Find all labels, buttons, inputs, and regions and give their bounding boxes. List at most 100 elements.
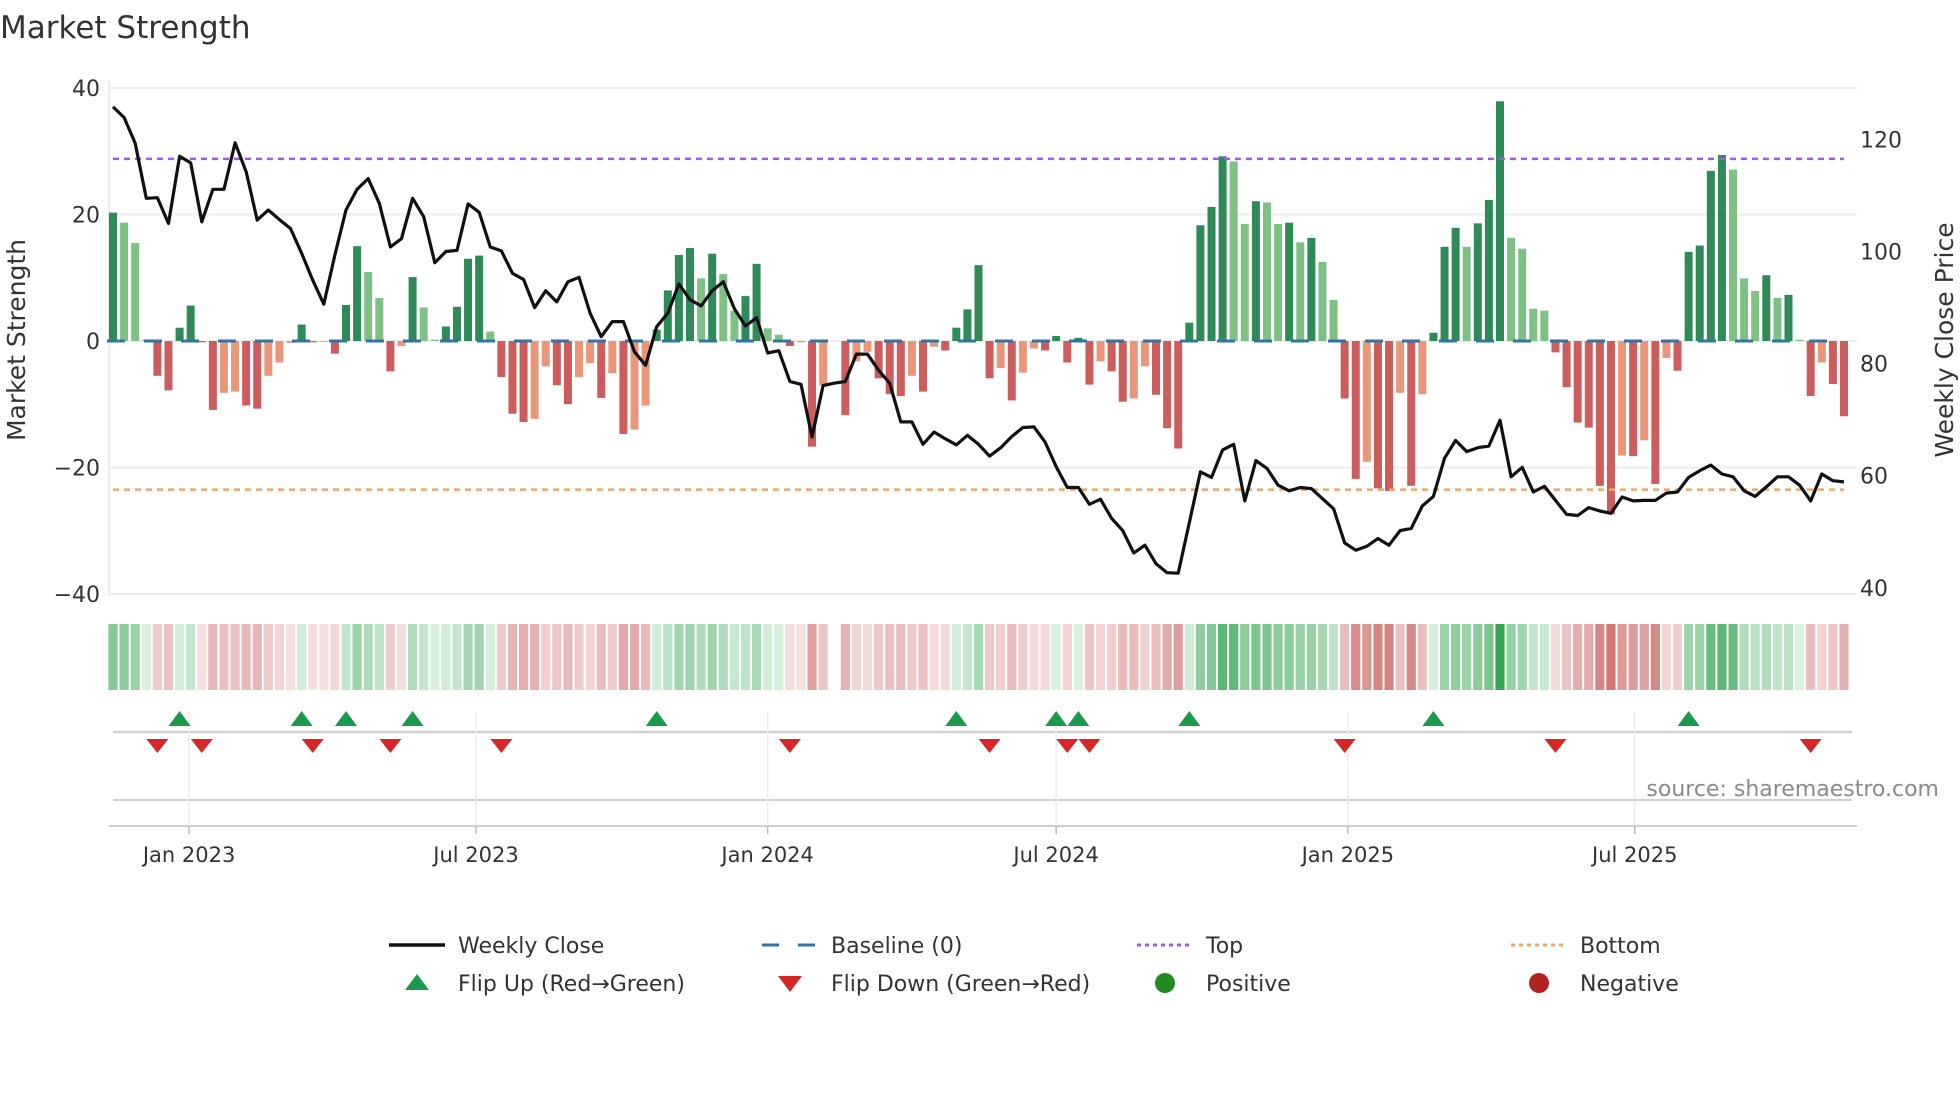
heat-cell	[1817, 624, 1827, 690]
heat-cell	[629, 624, 640, 690]
positive-bar	[1451, 227, 1460, 341]
negative-bar	[1806, 341, 1815, 397]
legend-swatch-negative	[1529, 973, 1549, 993]
heat-cell	[1373, 624, 1383, 690]
heat-cell	[707, 624, 717, 690]
heat-cell	[1739, 624, 1749, 690]
heat-cell	[1517, 624, 1527, 690]
negative-bar	[1562, 341, 1571, 388]
y-tick-label: −40	[54, 583, 100, 608]
negative-bar	[1418, 341, 1427, 395]
heat-cell	[474, 624, 484, 690]
negative-bar	[907, 341, 916, 376]
market-strength-chart: Market Strength Market Strength Weekly C…	[0, 10, 1959, 997]
positive-bar	[464, 258, 473, 341]
heat-cell	[763, 624, 773, 690]
heat-cell	[274, 624, 285, 690]
negative-bar	[275, 341, 284, 363]
positive-bar	[441, 326, 450, 341]
heat-cell	[663, 624, 673, 690]
negative-bar	[319, 341, 328, 342]
flip-up-marker	[1045, 711, 1068, 726]
heat-cell	[1761, 624, 1771, 690]
positive-bar	[963, 309, 972, 341]
legend-label: Positive	[1206, 972, 1291, 997]
heat-cell	[308, 624, 318, 690]
flip-up-marker	[1178, 711, 1201, 726]
heat-cell	[1240, 624, 1250, 690]
flip-down-marker	[1544, 739, 1567, 753]
flip-up-marker	[401, 711, 424, 726]
positive-bar	[1429, 332, 1438, 341]
heat-cell	[1606, 624, 1616, 690]
positive-bar	[1285, 222, 1294, 341]
heat-cell	[1550, 624, 1561, 690]
heat-cell	[1617, 624, 1627, 690]
heat-cell	[1340, 624, 1350, 690]
positive-bar	[1462, 246, 1471, 341]
heat-cell	[840, 624, 850, 690]
heat-cell	[574, 624, 584, 690]
positive-bar	[1307, 237, 1316, 341]
heat-cell	[618, 624, 629, 690]
negative-bar	[530, 341, 539, 419]
positive-bar	[353, 246, 362, 341]
positive-bar	[1196, 225, 1205, 341]
positive-bar	[342, 304, 351, 341]
heat-cell	[219, 624, 229, 690]
heat-cell	[740, 624, 751, 690]
heat-cell	[1062, 624, 1072, 690]
heat-cell	[818, 624, 828, 690]
negative-bar	[386, 341, 395, 372]
heat-cell	[297, 624, 307, 690]
legend-item-flip-down: Flip Down (Green→Red)	[778, 972, 1090, 997]
negative-bar	[1662, 341, 1671, 359]
positive-bar	[175, 327, 184, 341]
positive-bar	[1318, 261, 1327, 341]
heat-cell	[1595, 624, 1605, 690]
flip-down-marker	[146, 739, 169, 753]
legend-item-positive: Positive	[1155, 972, 1291, 997]
heat-cell	[1218, 624, 1228, 690]
flip-up-marker	[645, 711, 668, 726]
heat-cell	[1584, 624, 1594, 690]
flip-up-marker	[1067, 711, 1090, 726]
y-tick-label: 0	[86, 330, 100, 355]
heat-cell	[1561, 624, 1572, 690]
heat-cell	[1306, 624, 1316, 690]
positive-bar	[974, 265, 983, 341]
heat-cell	[108, 624, 118, 690]
heat-cell	[1772, 624, 1782, 690]
legend-label: Top	[1205, 934, 1243, 959]
heat-cell	[163, 624, 174, 690]
heat-cell	[241, 624, 251, 690]
negative-bar	[1595, 341, 1604, 486]
heat-cell	[1828, 624, 1838, 690]
heat-cell	[1073, 624, 1083, 690]
heat-cell	[1806, 624, 1816, 690]
negative-bar	[796, 341, 805, 343]
heat-cell	[785, 624, 795, 690]
legend-label: Flip Down (Green→Red)	[831, 972, 1090, 997]
negative-bar	[264, 341, 273, 376]
y2-axis-label: Weekly Close Price	[1930, 222, 1959, 457]
source-text: source: sharemaestro.com	[1646, 777, 1939, 802]
negative-bar	[164, 341, 173, 391]
positive-bar	[1795, 339, 1804, 341]
negative-bar	[1651, 341, 1660, 484]
negative-bar	[1362, 341, 1371, 462]
heat-cell	[1839, 624, 1849, 690]
heat-cell	[1484, 624, 1494, 690]
negative-bar	[1839, 341, 1848, 417]
y2-tick-label: 120	[1860, 128, 1902, 153]
heat-cell	[1351, 624, 1361, 690]
heat-cell	[541, 624, 551, 690]
negative-bar	[219, 341, 228, 393]
legend-label: Negative	[1580, 972, 1679, 997]
negative-bar	[1118, 341, 1127, 402]
legend-item-close: Weekly Close	[389, 934, 604, 959]
heat-cell	[1417, 624, 1427, 690]
positive-bar	[1185, 322, 1194, 341]
negative-bar	[597, 341, 606, 398]
heat-cell	[1462, 624, 1472, 690]
